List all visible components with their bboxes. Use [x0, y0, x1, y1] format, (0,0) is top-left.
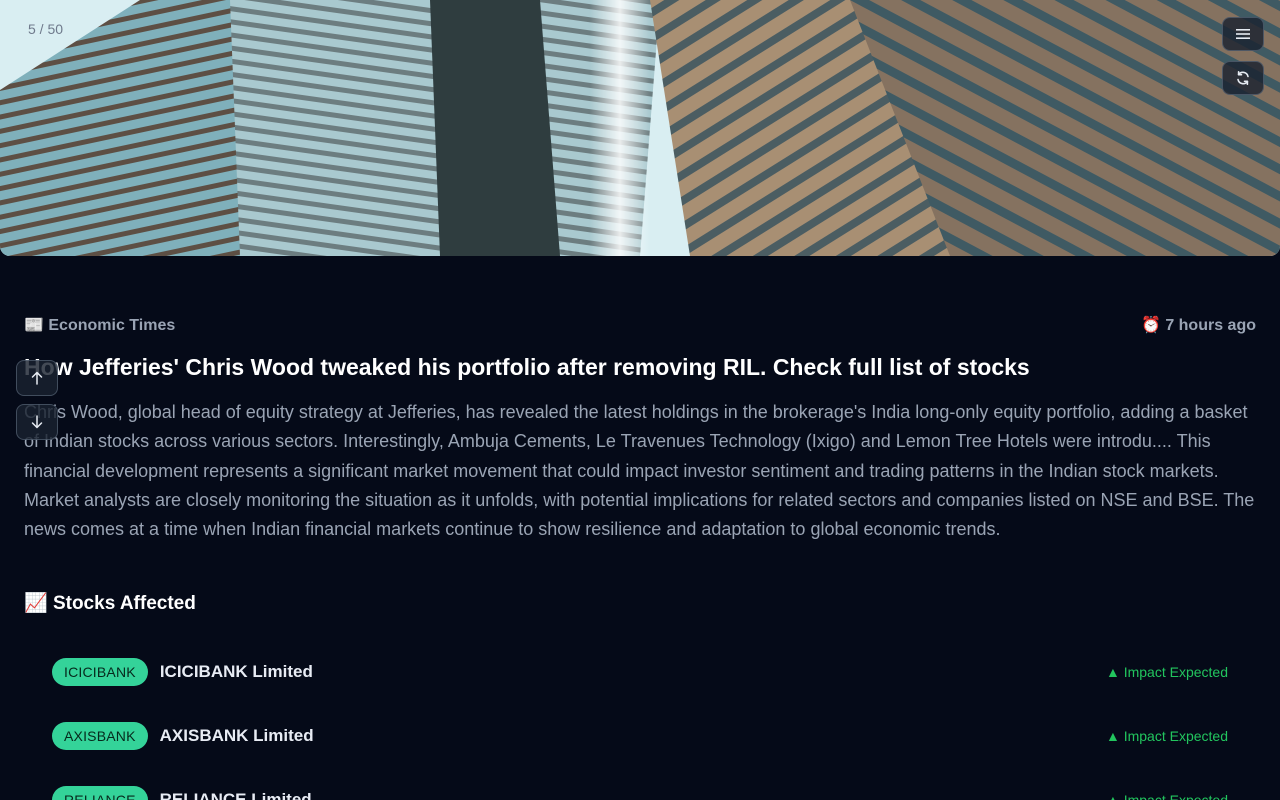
stock-identity: RELIANCE RELIANCE Limited: [52, 786, 312, 800]
stock-row-axisbank[interactable]: AXISBANK AXISBANK Limited ▲ Impact Expec…: [52, 704, 1228, 768]
next-article-button[interactable]: [16, 404, 58, 440]
stocks-affected-heading: 📈 Stocks Affected: [24, 591, 196, 615]
stock-identity: ICICIBANK ICICIBANK Limited: [52, 658, 313, 686]
previous-article-button[interactable]: [16, 360, 58, 396]
published-time-label: 7 hours ago: [1165, 317, 1256, 334]
hamburger-menu-icon: [1236, 29, 1250, 39]
impact-indicator: ▲ Impact Expected: [1105, 792, 1228, 800]
article-counter: 5 / 50: [28, 21, 64, 37]
stock-row-icicibank[interactable]: ICICIBANK ICICIBANK Limited ▲ Impact Exp…: [52, 640, 1228, 704]
stock-identity: AXISBANK AXISBANK Limited: [52, 722, 314, 750]
stock-row-reliance[interactable]: RELIANCE RELIANCE Limited ▲ Impact Expec…: [52, 768, 1228, 800]
menu-button[interactable]: [1222, 17, 1264, 51]
refresh-button[interactable]: [1222, 61, 1264, 95]
refresh-icon: [1237, 71, 1249, 85]
article-hero-image: 5 / 50: [0, 0, 1280, 256]
arrow-down-icon: [31, 415, 43, 429]
stocks-affected-label: Stocks Affected: [52, 593, 196, 614]
news-source: 📰 Economic Times: [24, 315, 175, 335]
impact-indicator: ▲ Impact Expected: [1105, 728, 1228, 744]
arrow-up-icon: [31, 371, 43, 385]
stock-name: AXISBANK Limited: [159, 726, 314, 745]
article-meta: 📰 Economic Times ⏰ 7 hours ago: [24, 314, 1256, 336]
ticker-badge[interactable]: AXISBANK: [52, 722, 148, 750]
impact-indicator: ▲ Impact Expected: [1105, 664, 1228, 680]
stock-name: RELIANCE Limited: [159, 790, 312, 800]
alarm-clock-icon: ⏰: [1140, 317, 1161, 334]
published-time: ⏰ 7 hours ago: [1141, 315, 1256, 335]
ticker-badge[interactable]: ICICIBANK: [52, 658, 148, 686]
news-source-label: Economic Times: [48, 317, 176, 334]
stock-name: ICICIBANK Limited: [159, 662, 313, 681]
skyscraper-illustration: [0, 0, 1280, 256]
ticker-badge[interactable]: RELIANCE: [52, 786, 148, 800]
stock-list: ICICIBANK ICICIBANK Limited ▲ Impact Exp…: [52, 640, 1228, 800]
article-summary: Chris Wood, global head of equity strate…: [24, 402, 1255, 540]
news-reader-page: 5 / 50 📰 Economic Times ⏰ 7 hours ago Ho…: [0, 0, 1280, 800]
article-headline: How Jefferies' Chris Wood tweaked his po…: [24, 354, 1030, 380]
chart-increasing-icon: 📈: [24, 593, 48, 614]
newspaper-icon: 📰: [24, 317, 44, 334]
